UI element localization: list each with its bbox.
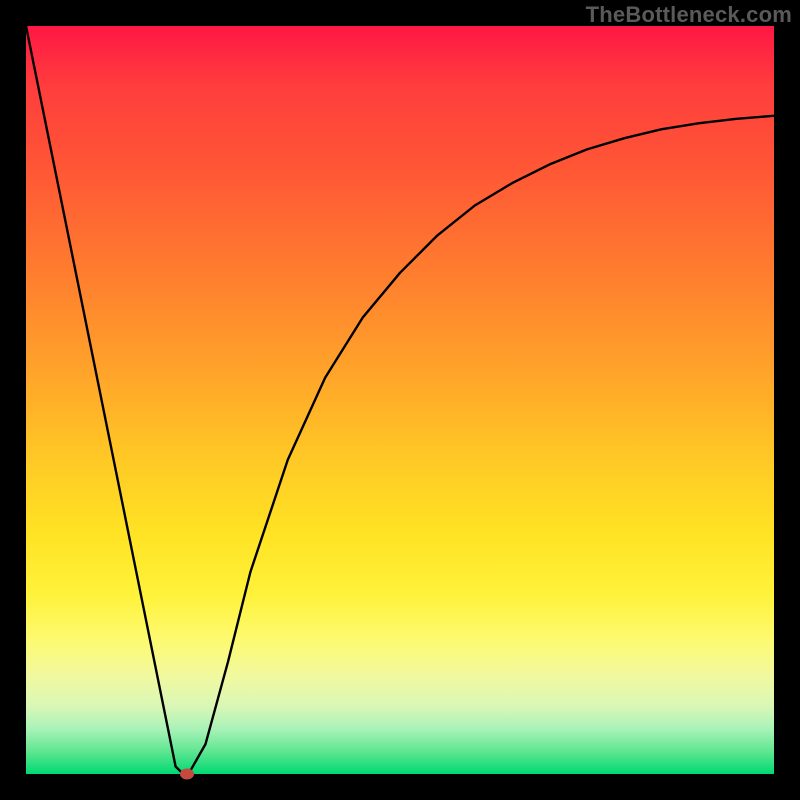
chart-container: { "watermark": "TheBottleneck.com", "cha… — [0, 0, 800, 800]
optimum-marker — [180, 769, 194, 780]
curve-path — [26, 26, 774, 774]
bottleneck-curve — [26, 26, 774, 774]
plot-area — [26, 26, 774, 774]
watermark-text: TheBottleneck.com — [586, 2, 792, 28]
